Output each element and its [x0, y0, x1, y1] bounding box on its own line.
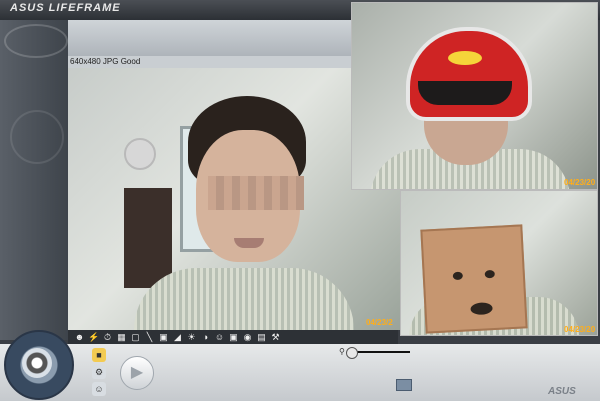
paper-bag-effect [420, 224, 528, 334]
bag-eye-left [452, 271, 464, 281]
left-panel [0, 20, 68, 340]
top-strip [68, 20, 352, 56]
bottom-panel [0, 344, 600, 401]
camera-icon[interactable] [22, 348, 52, 378]
sun-icon[interactable]: ☀ [186, 332, 197, 342]
settings-icon[interactable]: ⚙ [92, 365, 106, 379]
face-mode-icon[interactable]: ☺ [92, 382, 106, 396]
bag-eye-right [484, 269, 495, 279]
brand-asus: ASUS [10, 2, 45, 14]
footer-logo: ASUS [548, 386, 576, 397]
brand-product: LIFEFRAME [48, 2, 121, 14]
background-fan [124, 138, 156, 170]
bag-mouth-hole [470, 302, 493, 316]
people-icon[interactable]: ☻ [74, 332, 85, 342]
main-timestamp: 04/23/2 [366, 318, 393, 327]
zoom-slider-knob[interactable] [346, 347, 358, 359]
preview2-timestamp: 04/23/20 [564, 325, 596, 334]
decorative-ring [4, 24, 68, 58]
frame-icon[interactable]: ▢ [130, 332, 141, 342]
preview1-timestamp: 04/23/20 [564, 178, 596, 187]
preview-thumbnail-1[interactable]: 04/23/20 [351, 2, 598, 190]
helmet-emblem [448, 51, 482, 65]
burst-icon[interactable]: ▦ [116, 332, 127, 342]
picture-icon[interactable]: ▤ [256, 332, 267, 342]
lightning-icon[interactable]: ⚡ [88, 332, 99, 342]
wrench-icon[interactable]: ⚒ [270, 332, 281, 342]
folder-icon[interactable]: ■ [92, 348, 106, 362]
play-button[interactable]: ▶ [120, 356, 154, 390]
capture-info: 640x480 JPG Good [70, 57, 141, 66]
mini-view-icon[interactable] [396, 379, 412, 391]
decorative-ring-small [10, 110, 64, 164]
brightness-icon[interactable]: ◢ [172, 332, 183, 342]
color-icon[interactable]: ◉ [242, 332, 253, 342]
page-icon[interactable]: ▣ [158, 332, 169, 342]
zoom-slider-track[interactable] [352, 351, 410, 353]
timer-icon[interactable]: ⏱ [102, 332, 113, 342]
contrast-icon[interactable]: ◑ [200, 332, 211, 342]
zoom-icon: ⚲ [339, 347, 345, 356]
preview-thumbnail-2[interactable]: 04/23/20 [400, 190, 598, 336]
ruler-icon[interactable]: ╲ [144, 332, 155, 342]
app-brand: ASUS LIFEFRAME [10, 2, 121, 14]
subject-shirt [134, 268, 354, 330]
helmet-effect [406, 27, 532, 121]
pixelated-eyes [208, 176, 304, 210]
effects-toolbar: ☻ ⚡ ⏱ ▦ ▢ ╲ ▣ ◢ ☀ ◑ ☺ ▣ ◉ ▤ ⚒ [68, 330, 398, 344]
background-shelf [124, 188, 172, 288]
face-icon[interactable]: ☺ [214, 332, 225, 342]
focus-icon[interactable]: ▣ [228, 332, 239, 342]
helmet-visor [418, 81, 512, 105]
